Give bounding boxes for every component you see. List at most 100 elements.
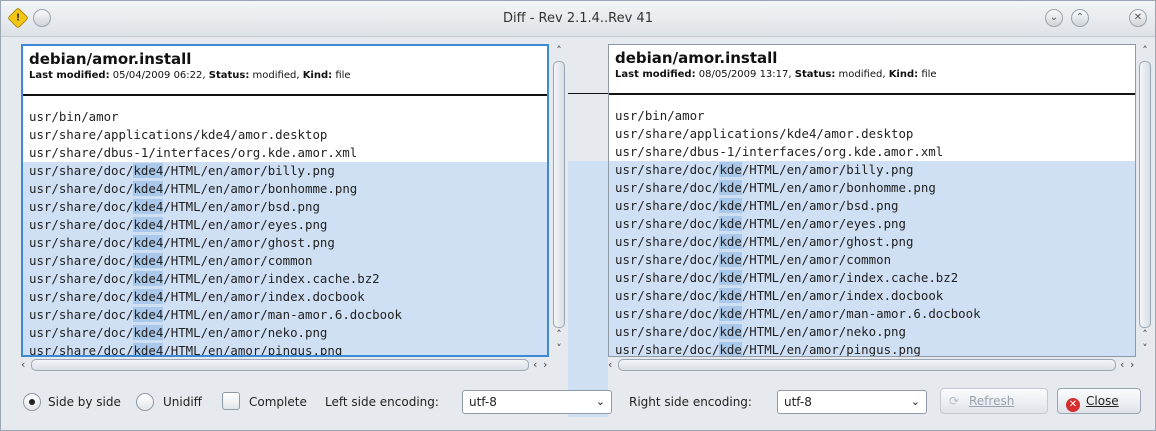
left-encoding-select[interactable]: utf-8 ⌄ bbox=[462, 390, 612, 414]
line-text: /HTML/en/amor/eyes.png bbox=[163, 217, 328, 232]
changed-text: kde4 bbox=[133, 253, 164, 268]
unidiff-label[interactable]: Unidiff bbox=[163, 395, 202, 409]
close-button[interactable]: ✕ Close bbox=[1057, 388, 1141, 414]
diff-line: usr/share/doc/kde4/HTML/en/amor/eyes.png bbox=[23, 216, 547, 234]
line-text: usr/share/doc/ bbox=[615, 198, 720, 213]
changed-text: kde4 bbox=[133, 271, 164, 286]
line-text: usr/share/dbus-1/interfaces/org.kde.amor… bbox=[29, 145, 358, 160]
scroll-left-icon[interactable]: ‹ bbox=[608, 358, 612, 372]
scroll-thumb[interactable] bbox=[553, 61, 565, 328]
changed-text: kde4 bbox=[133, 235, 164, 250]
line-text: /HTML/en/amor/billy.png bbox=[741, 162, 914, 177]
maximize-icon[interactable]: ⌃ bbox=[1071, 9, 1089, 27]
line-text: usr/share/doc/ bbox=[29, 343, 134, 357]
diff-line: usr/share/doc/kde4/HTML/en/amor/ghost.pn… bbox=[23, 234, 547, 252]
diff-line: usr/share/doc/kde/HTML/en/amor/neko.png bbox=[609, 323, 1135, 341]
line-text: /HTML/en/amor/neko.png bbox=[741, 324, 906, 339]
line-text: usr/share/doc/ bbox=[615, 234, 720, 249]
changed-text: kde bbox=[719, 234, 742, 249]
diff-line: usr/share/doc/kde/HTML/en/amor/common bbox=[609, 251, 1135, 269]
scroll-thumb[interactable] bbox=[31, 359, 529, 371]
left-encoding-label: Left side encoding: bbox=[325, 395, 439, 409]
scroll-left-icon[interactable]: ‹ bbox=[21, 358, 25, 372]
scroll-up-icon[interactable]: ˄ bbox=[1137, 328, 1153, 342]
line-text: usr/share/doc/ bbox=[29, 235, 134, 250]
line-text: /HTML/en/amor/man-amor.6.docbook bbox=[741, 306, 981, 321]
connector-band bbox=[568, 161, 608, 417]
scroll-right-icon[interactable]: › bbox=[543, 358, 547, 372]
line-text: usr/share/doc/ bbox=[615, 180, 720, 195]
scroll-left-icon[interactable]: ‹ bbox=[533, 358, 537, 372]
left-diff-pane[interactable]: debian/amor.install Last modified: 05/04… bbox=[21, 44, 549, 357]
diff-window: ! Diff - Rev 2.1.4..Rev 41 ⌄ ⌃ ✕ debian/… bbox=[0, 0, 1156, 431]
line-text: usr/share/doc/ bbox=[615, 288, 720, 303]
complete-checkbox[interactable] bbox=[222, 392, 240, 410]
connector-line bbox=[568, 93, 608, 94]
line-text: usr/share/doc/ bbox=[615, 162, 720, 177]
right-horizontal-scrollbar[interactable]: ‹ ‹ › bbox=[608, 358, 1138, 372]
diff-line: usr/share/doc/kde/HTML/en/amor/index.cac… bbox=[609, 269, 1135, 287]
window-close-icon[interactable]: ✕ bbox=[1129, 9, 1147, 27]
line-text: usr/share/doc/ bbox=[615, 270, 720, 285]
unidiff-radio[interactable] bbox=[136, 393, 154, 411]
close-icon: ✕ bbox=[1066, 398, 1080, 412]
scroll-up-icon[interactable]: ˄ bbox=[1137, 44, 1153, 58]
changed-text: kde bbox=[719, 216, 742, 231]
refresh-button[interactable]: ⟳ Refresh bbox=[940, 388, 1048, 414]
scroll-right-icon[interactable]: › bbox=[1130, 358, 1134, 372]
right-encoding-label: Right side encoding: bbox=[629, 395, 752, 409]
diff-line: usr/bin/amor bbox=[23, 108, 547, 126]
right-vertical-scrollbar[interactable]: ˄ ˄ ˅ bbox=[1137, 44, 1153, 357]
side-by-side-radio[interactable] bbox=[23, 393, 41, 411]
minimize-icon[interactable]: ⌄ bbox=[1045, 9, 1063, 27]
titlebar[interactable]: ! Diff - Rev 2.1.4..Rev 41 ⌄ ⌃ ✕ bbox=[1, 1, 1155, 37]
changed-text: kde bbox=[719, 198, 742, 213]
changed-text: kde4 bbox=[133, 325, 164, 340]
scroll-left-icon[interactable]: ‹ bbox=[1120, 358, 1124, 372]
refresh-label: Refresh bbox=[969, 394, 1015, 408]
diff-line: usr/share/doc/kde4/HTML/en/amor/pingus.p… bbox=[23, 342, 547, 357]
changed-text: kde bbox=[719, 324, 742, 339]
diff-line: usr/share/doc/kde/HTML/en/amor/billy.png bbox=[609, 161, 1135, 179]
scroll-up-icon[interactable]: ˄ bbox=[551, 328, 567, 342]
line-text: /HTML/en/amor/man-amor.6.docbook bbox=[163, 307, 402, 322]
left-vertical-scrollbar[interactable]: ˄ ˄ ˅ bbox=[551, 44, 567, 357]
refresh-icon: ⟳ bbox=[949, 394, 960, 408]
line-text: /HTML/en/amor/bonhomme.png bbox=[163, 181, 358, 196]
right-diff-pane[interactable]: debian/amor.install Last modified: 08/05… bbox=[608, 44, 1136, 357]
line-text: /HTML/en/amor/index.docbook bbox=[163, 289, 365, 304]
diff-line: usr/share/doc/kde/HTML/en/amor/eyes.png bbox=[609, 215, 1135, 233]
line-text: /HTML/en/amor/neko.png bbox=[163, 325, 328, 340]
left-file-name: debian/amor.install bbox=[29, 50, 192, 68]
changed-text: kde4 bbox=[133, 343, 164, 357]
complete-label[interactable]: Complete bbox=[249, 395, 307, 409]
right-encoding-select[interactable]: utf-8 ⌄ bbox=[777, 390, 927, 414]
options-bar: Side by side Unidiff Complete Left side … bbox=[1, 381, 1155, 421]
scroll-up-icon[interactable]: ˄ bbox=[551, 44, 567, 58]
line-text: /HTML/en/amor/ghost.png bbox=[163, 235, 335, 250]
scroll-thumb[interactable] bbox=[618, 359, 1116, 371]
scroll-down-icon[interactable]: ˅ bbox=[551, 342, 567, 356]
diff-line: usr/share/doc/kde4/HTML/en/amor/index.ca… bbox=[23, 270, 547, 288]
left-horizontal-scrollbar[interactable]: ‹ ‹ › bbox=[21, 358, 551, 372]
side-by-side-label[interactable]: Side by side bbox=[48, 395, 121, 409]
changed-text: kde4 bbox=[133, 163, 164, 178]
line-text: usr/share/doc/ bbox=[29, 199, 134, 214]
changed-text: kde4 bbox=[133, 307, 164, 322]
line-text: /HTML/en/amor/bonhomme.png bbox=[741, 180, 936, 195]
line-text: usr/share/doc/ bbox=[29, 181, 134, 196]
changed-text: kde bbox=[719, 162, 742, 177]
line-text: /HTML/en/amor/billy.png bbox=[163, 163, 335, 178]
line-text: usr/share/applications/kde4/amor.desktop bbox=[29, 127, 328, 142]
diff-line: usr/share/doc/kde4/HTML/en/amor/bonhomme… bbox=[23, 180, 547, 198]
changed-text: kde bbox=[719, 342, 742, 357]
diff-line: usr/share/doc/kde4/HTML/en/amor/billy.pn… bbox=[23, 162, 547, 180]
scroll-thumb[interactable] bbox=[1139, 61, 1151, 328]
right-file-meta: Last modified: 08/05/2009 13:17, Status:… bbox=[615, 69, 937, 80]
line-text: usr/share/doc/ bbox=[29, 289, 134, 304]
scroll-down-icon[interactable]: ˅ bbox=[1137, 342, 1153, 356]
diff-line: usr/share/applications/kde4/amor.desktop bbox=[609, 125, 1135, 143]
chevron-down-icon: ⌄ bbox=[595, 395, 605, 408]
line-text: /HTML/en/amor/pingus.png bbox=[741, 342, 921, 357]
line-text: /HTML/en/amor/eyes.png bbox=[741, 216, 906, 231]
